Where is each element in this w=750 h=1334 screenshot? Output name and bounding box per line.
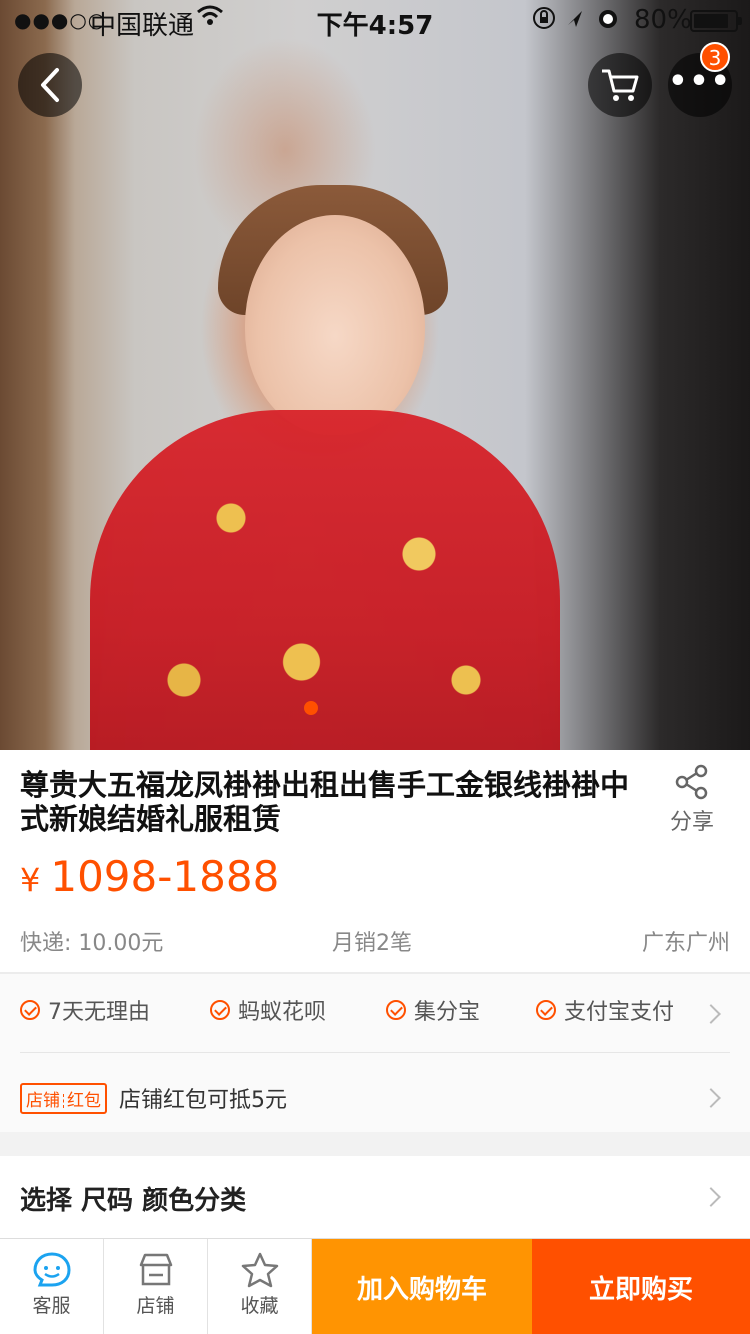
service-guarantees: 7天无理由 蚂蚁花呗 集分宝 支付宝支付 店铺 红包 店铺红包可抵5元 (0, 972, 750, 1132)
shop-label: 店铺 (136, 1295, 175, 1317)
status-icons (532, 5, 622, 37)
check-circle-icon (20, 1000, 40, 1020)
guarantee-label: 集分宝 (414, 1000, 481, 1025)
cart-icon (602, 69, 639, 101)
product-title: 尊贵大五福龙凤褂褂出租出售手工金银线褂褂中式新娘结婚礼服租赁 (20, 768, 630, 836)
add-to-cart-button[interactable]: 加入购物车 (312, 1239, 532, 1334)
chevron-right-icon (701, 1004, 721, 1024)
cart-button[interactable] (588, 53, 652, 117)
chevron-left-icon (41, 68, 59, 102)
customer-service-tab[interactable]: 客服 (0, 1239, 104, 1334)
chevron-right-icon (701, 1187, 721, 1207)
share-icon (675, 764, 708, 800)
favorite-tab[interactable]: 收藏 (208, 1239, 312, 1334)
guarantee-item: 7天无理由 (20, 994, 150, 1026)
check-circle-icon (536, 1000, 556, 1020)
guarantee-item: 蚂蚁花呗 (210, 994, 326, 1026)
product-image-carousel[interactable] (0, 0, 750, 750)
back-button[interactable] (18, 53, 82, 117)
customer-service-label: 客服 (32, 1295, 71, 1317)
product-info: 尊贵大五福龙凤褂褂出租出售手工金银线褂褂中式新娘结婚礼服租赁 分享 ¥1098-… (0, 750, 750, 972)
lock-location-alarm-icon (533, 7, 617, 29)
chat-face-icon (32, 1252, 71, 1287)
product-price: ¥1098-1888 (20, 852, 279, 901)
check-circle-icon (386, 1000, 406, 1020)
carousel-indicator (304, 701, 318, 715)
chevron-right-icon (701, 1088, 721, 1108)
coupon-tag: 店铺 红包 (20, 1082, 107, 1114)
coupon-tag-right: 红包 (67, 1090, 101, 1111)
shop-tab[interactable]: 店铺 (104, 1239, 208, 1334)
guarantee-item: 集分宝 (386, 994, 480, 1026)
shop-coupon-row[interactable]: 店铺 红包 店铺红包可抵5元 (20, 1078, 730, 1118)
shop-icon (139, 1253, 172, 1286)
notification-badge: 3 (700, 42, 730, 72)
share-label: 分享 (669, 810, 714, 835)
coupon-text: 店铺红包可抵5元 (119, 1088, 287, 1113)
status-bar: ●●●○○ 中国联通 下午4:57 80% (0, 0, 750, 41)
bottom-action-bar: 客服 店铺 收藏 加入购物车 立即购买 (0, 1238, 750, 1334)
product-photo-model (245, 215, 425, 435)
battery-percent: 80% (634, 5, 692, 35)
buy-now-button[interactable]: 立即购买 (532, 1239, 750, 1334)
check-circle-icon (210, 1000, 230, 1020)
guarantee-label: 蚂蚁花呗 (238, 1000, 327, 1025)
guarantee-label: 7天无理由 (48, 1000, 150, 1025)
price-range: 1098-1888 (50, 852, 280, 901)
sku-select-label: 选择 尺码 颜色分类 (20, 1186, 247, 1216)
coupon-tag-left: 店铺 (26, 1090, 60, 1111)
monthly-sales: 月销2笔 (332, 931, 412, 956)
guarantee-item: 支付宝支付 (536, 994, 674, 1026)
sku-select-row[interactable]: 选择 尺码 颜色分类 (0, 1156, 750, 1238)
product-photo-dress (90, 410, 560, 750)
battery-icon (690, 10, 742, 32)
shipping-fee: 快递: 10.00元 (20, 931, 164, 956)
ship-location: 广东广州 (641, 931, 730, 956)
currency-symbol: ¥ (20, 861, 41, 899)
star-icon (241, 1252, 278, 1288)
guarantee-label: 支付宝支付 (564, 1000, 675, 1025)
divider (20, 1052, 730, 1053)
guarantee-row[interactable]: 7天无理由 蚂蚁花呗 集分宝 支付宝支付 (20, 994, 730, 1034)
product-meta: 快递: 10.00元 月销2笔 广东广州 (20, 925, 730, 957)
favorite-label: 收藏 (240, 1295, 279, 1317)
share-button[interactable]: 分享 (662, 764, 722, 836)
product-detail-page: ●●●○○ 中国联通 下午4:57 80% ••• 3 尊贵大五福龙凤褂褂出租出… (0, 0, 750, 1334)
